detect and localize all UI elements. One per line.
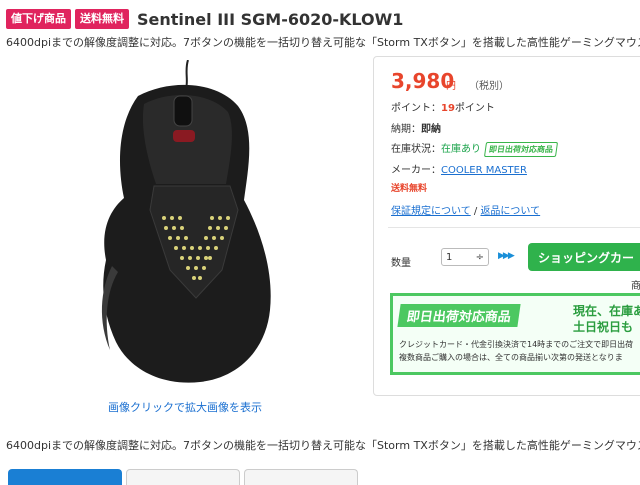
policy-links: 保証規定について / 返品について — [391, 206, 541, 217]
price-unit: 円 — [446, 81, 456, 92]
product-description: 6400dpiまでの解像度調整に対応。7ボタンの機能を一括切り替え可能な「Sto… — [6, 439, 640, 452]
product-header: 値下げ商品 送料無料 Sentinel III SGM-6020-KLOW1 — [6, 8, 403, 30]
promo-right-line2: 土日祝日も — [573, 320, 634, 334]
tab-specs[interactable] — [126, 469, 240, 485]
purchase-panel: 3,980 円 （税別） ポイント：19ポイント 納期：即納 在庫状況：在庫あり… — [373, 56, 640, 396]
quantity-label: 数量 — [391, 258, 411, 269]
warranty-link[interactable]: 保証規定について — [391, 206, 471, 217]
add-to-cart-button[interactable]: ショッピングカー — [528, 243, 640, 271]
quantity-select[interactable]: 1 ÷ — [441, 248, 489, 266]
product-title: Sentinel III SGM-6020-KLOW1 — [137, 9, 404, 29]
price-amount: 3,980 — [391, 69, 455, 93]
stock-row: 在庫状況：在庫あり 即日出荷対応商品 — [391, 140, 559, 157]
stock-value: 在庫あり — [441, 144, 481, 155]
maker-link[interactable]: COOLER MASTER — [441, 165, 527, 176]
arrow-indicator-icon: ▶▶▶ — [498, 251, 515, 261]
panel-divider — [388, 227, 640, 228]
price-drop-badge: 値下げ商品 — [6, 9, 71, 29]
return-link[interactable]: 返品について — [480, 206, 540, 217]
product-subtitle: 6400dpiまでの解像度調整に対応。7ボタンの機能を一括切り替え可能な「Sto… — [6, 36, 640, 49]
free-shipping-badge: 送料無料 — [75, 9, 129, 29]
select-arrow-icon: ÷ — [475, 251, 484, 263]
product-image[interactable] — [60, 59, 300, 390]
same-day-shipping-banner: 即日出荷対応商品 現在、在庫あ 土日祝日も クレジットカード・代金引換決済で14… — [390, 293, 640, 375]
delivery-row: 納期：即納 — [391, 124, 441, 135]
points-row: ポイント：19ポイント — [391, 103, 495, 114]
price-tax-note: （税別） — [469, 81, 509, 92]
cart-note-fragment: 商品 — [631, 281, 640, 292]
promo-right-line1: 現在、在庫あ — [573, 304, 640, 318]
image-caption-link[interactable]: 画像クリックで拡大画像を表示 — [108, 399, 262, 415]
promo-line2: 複数商品ご購入の場合は、全ての商品揃い次第の発送となりま — [399, 353, 623, 362]
same-day-shipping-badge: 即日出荷対応商品 — [483, 142, 559, 157]
maker-row: メーカー：COOLER MASTER — [391, 165, 527, 176]
tab-details[interactable] — [8, 469, 122, 485]
free-shipping-text: 送料無料 — [391, 184, 428, 194]
delivery-value: 即納 — [421, 124, 441, 135]
tab-reviews[interactable] — [244, 469, 358, 485]
points-value: 19 — [441, 103, 455, 114]
promo-line1: クレジットカード・代金引換決済で14時までのご注文で即日出荷 — [399, 340, 634, 349]
gaming-mouse-photo — [101, 59, 271, 383]
promo-headline: 即日出荷対応商品 — [397, 304, 521, 327]
